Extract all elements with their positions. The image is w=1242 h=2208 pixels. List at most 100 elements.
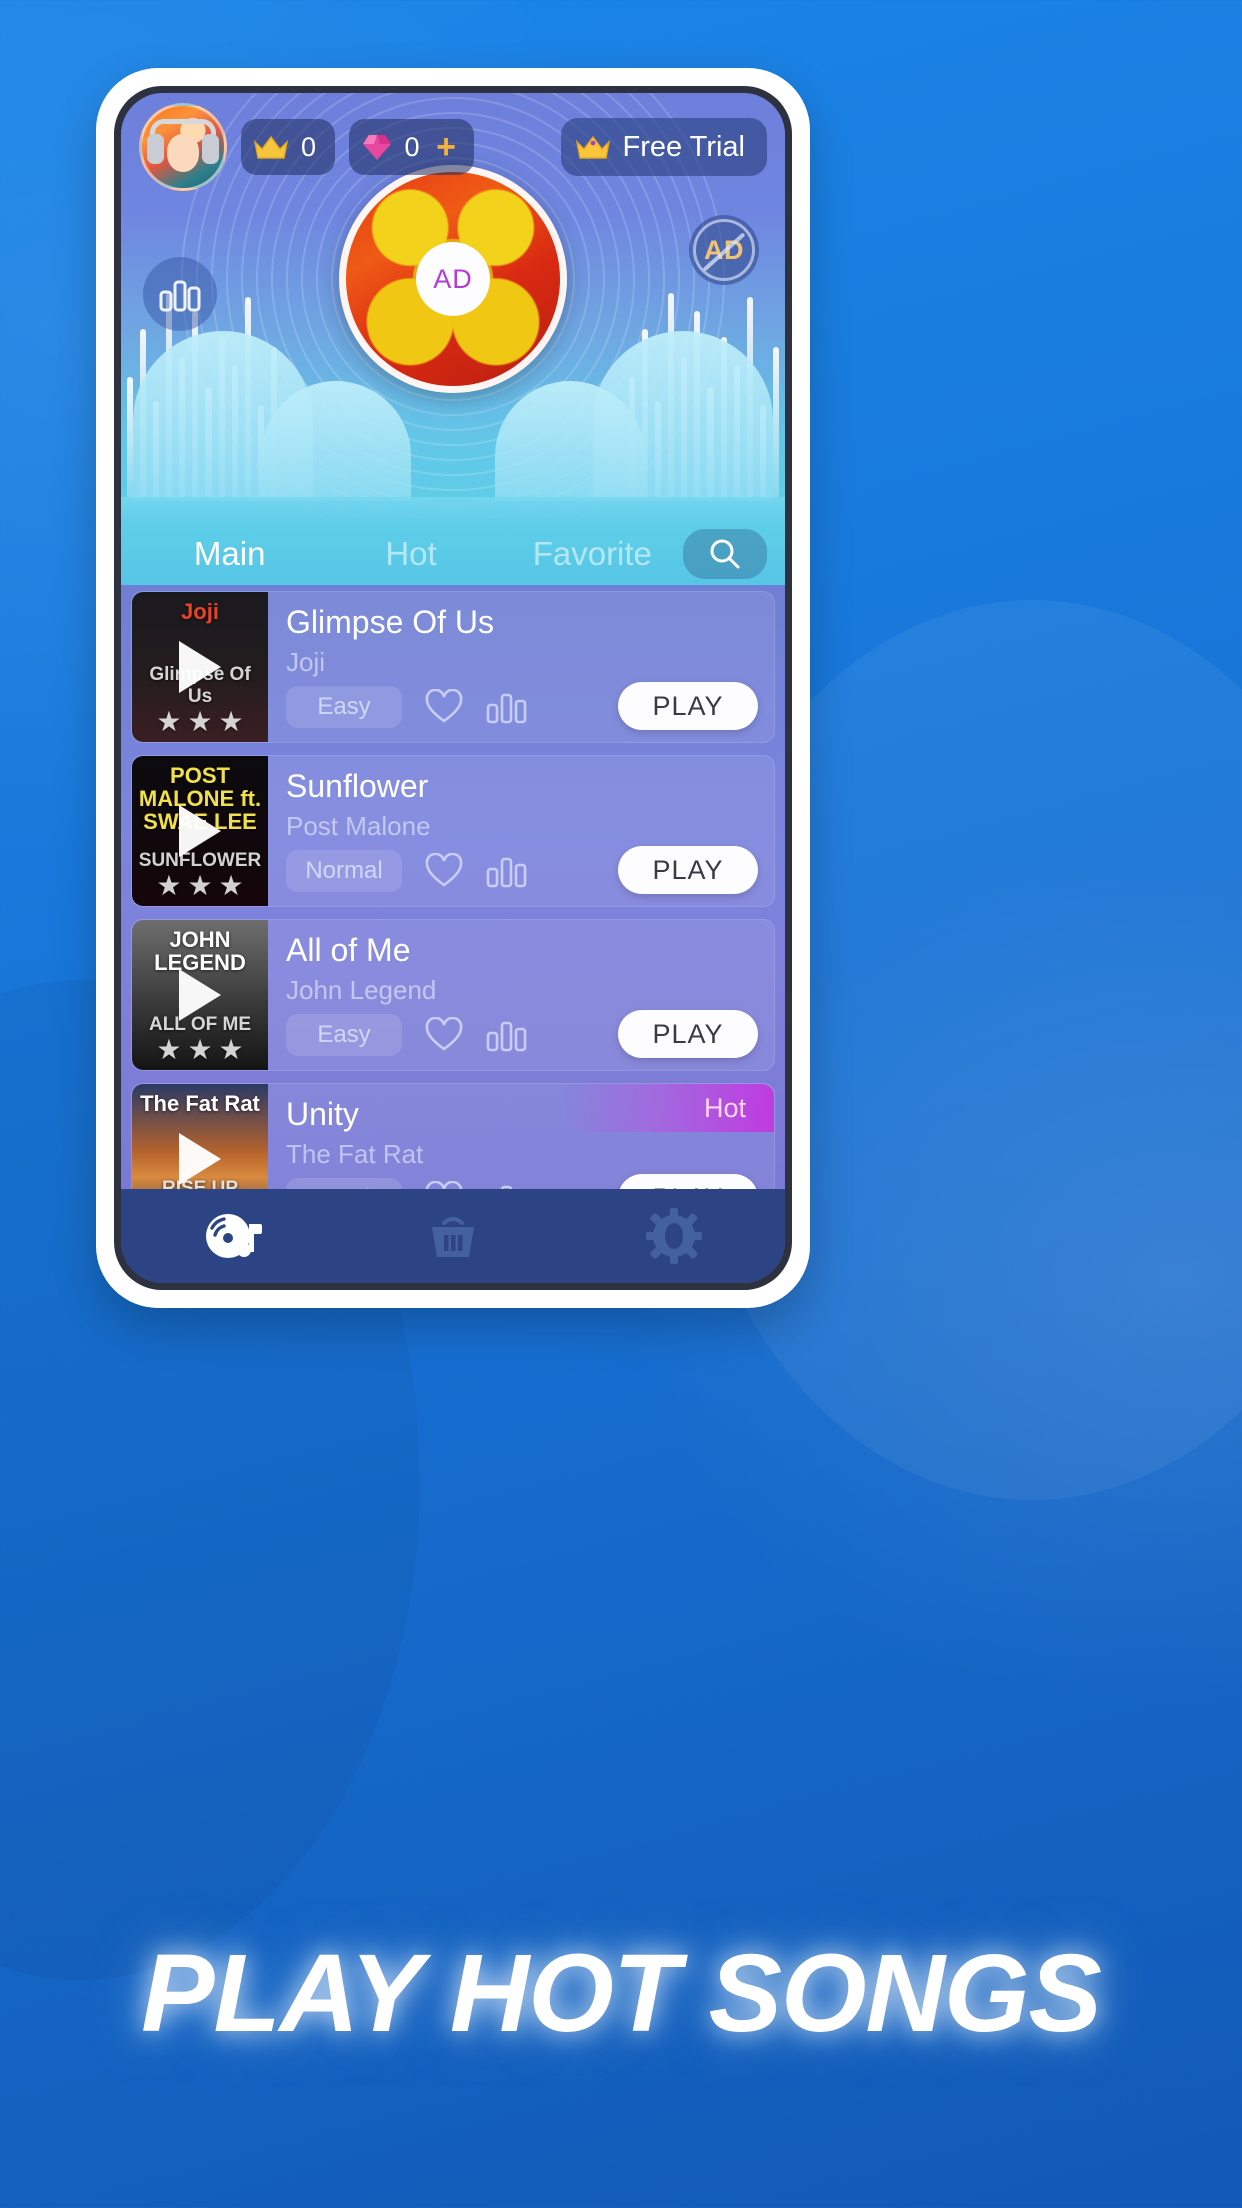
free-trial-label: Free Trial bbox=[622, 130, 745, 163]
search-button[interactable] bbox=[682, 529, 767, 579]
gear-icon bbox=[646, 1208, 703, 1264]
crown-icon bbox=[575, 135, 610, 159]
song-artist: John Legend bbox=[286, 974, 437, 1005]
hero-banner: AD 0 0 + Free Trial bbox=[121, 93, 785, 523]
song-artist: The Fat Rat bbox=[286, 1138, 424, 1169]
song-meta: Hard bbox=[286, 1178, 528, 1189]
nav-item-shop[interactable] bbox=[342, 1207, 563, 1265]
crown-stat[interactable]: 0 bbox=[241, 119, 335, 175]
album-cover-title: The Fat Rat bbox=[140, 1091, 260, 1116]
play-triangle-icon bbox=[179, 1133, 221, 1185]
crown-count: 0 bbox=[301, 131, 317, 162]
song-star-rating: ★ ★ ★ bbox=[132, 872, 268, 900]
album-cover-title: Joji bbox=[181, 599, 219, 624]
leaderboard-icon[interactable] bbox=[486, 853, 528, 889]
leaderboard-icon[interactable] bbox=[486, 1017, 528, 1053]
free-trial-button[interactable]: Free Trial bbox=[560, 118, 767, 176]
add-gems-button[interactable]: + bbox=[436, 130, 456, 164]
song-artist: Joji bbox=[286, 646, 326, 677]
song-info: Glimpse Of Us Joji Easy PLAY bbox=[268, 592, 774, 742]
top-bar: 0 0 + Free Trial bbox=[121, 93, 785, 201]
song-star-rating: ★ ★ ★ bbox=[132, 1036, 268, 1064]
song-row[interactable]: POST MALONE ft. SWAE LEE SUNFLOWER ★ ★ ★ Sunf… bbox=[131, 755, 775, 907]
song-title: Glimpse Of Us bbox=[286, 604, 495, 640]
player-avatar[interactable] bbox=[139, 103, 227, 191]
heart-icon[interactable] bbox=[424, 853, 464, 889]
tab-favorite[interactable]: Favorite bbox=[502, 535, 683, 573]
star-icon: ★ bbox=[187, 870, 213, 901]
song-star-rating: ★ ★ ★ bbox=[132, 708, 268, 736]
app-screen: AD 0 0 + Free Trial Main Hot Favorite Jo… bbox=[121, 93, 785, 1283]
play-button[interactable]: PLAY bbox=[618, 846, 758, 894]
album-cover[interactable]: POST MALONE ft. SWAE LEE SUNFLOWER ★ ★ ★ bbox=[132, 756, 268, 906]
play-triangle-icon bbox=[179, 969, 221, 1021]
play-triangle-icon bbox=[179, 805, 221, 857]
heart-icon[interactable] bbox=[424, 689, 464, 725]
no-ads-button[interactable]: AD bbox=[689, 215, 759, 285]
nav-item-music[interactable] bbox=[121, 1206, 342, 1266]
ad-disc-center: AD bbox=[416, 242, 490, 316]
ad-disc-label: AD bbox=[433, 263, 473, 294]
song-meta: Easy bbox=[286, 686, 528, 728]
rank-button[interactable] bbox=[143, 257, 217, 331]
avatar-face bbox=[166, 133, 200, 172]
album-cover-title: JOHN LEGEND bbox=[154, 927, 246, 976]
song-info: Sunflower Post Malone Normal PLAY bbox=[268, 756, 774, 906]
music-disc-icon bbox=[205, 1214, 262, 1258]
star-icon: ★ bbox=[156, 1034, 182, 1065]
promo-headline: PLAY HOT SONGS bbox=[141, 1932, 1102, 2055]
phone-bezel: AD 0 0 + Free Trial Main Hot Favorite Jo… bbox=[114, 86, 792, 1290]
difficulty-badge[interactable]: Easy bbox=[286, 1014, 402, 1056]
song-list[interactable]: Joji Glimpse Of Us ★ ★ ★ Glimpse Of Us Joji Eas… bbox=[121, 585, 785, 1189]
difficulty-badge[interactable]: Easy bbox=[286, 686, 402, 728]
diamond-icon bbox=[362, 135, 391, 160]
bottom-nav bbox=[121, 1189, 785, 1283]
search-icon bbox=[710, 539, 740, 569]
star-icon: ★ bbox=[218, 1034, 244, 1065]
star-icon: ★ bbox=[156, 706, 182, 737]
album-cover[interactable]: JOHN LEGEND ALL OF ME ★ ★ ★ bbox=[132, 920, 268, 1070]
song-title: Sunflower bbox=[286, 768, 429, 804]
star-icon: ★ bbox=[218, 706, 244, 737]
song-row[interactable]: JOHN LEGEND ALL OF ME ★ ★ ★ All of Me John Leg… bbox=[131, 919, 775, 1071]
leaderboard-icon[interactable] bbox=[486, 1181, 528, 1189]
song-info: HotUnityThe Fat RatHardPLAY bbox=[268, 1084, 774, 1189]
play-button[interactable]: PLAY bbox=[618, 1174, 758, 1189]
avatar-headphone-cup-left bbox=[146, 133, 164, 164]
equalizer-icon bbox=[159, 280, 201, 312]
album-cover[interactable]: The Fat RatRISE UP★★★ bbox=[132, 1084, 268, 1189]
play-button[interactable]: PLAY bbox=[618, 1010, 758, 1058]
star-icon: ★ bbox=[218, 870, 244, 901]
song-artist: Post Malone bbox=[286, 810, 431, 841]
play-button[interactable]: PLAY bbox=[618, 682, 758, 730]
shop-basket-icon bbox=[431, 1217, 474, 1257]
star-icon: ★ bbox=[187, 706, 213, 737]
song-row[interactable]: Joji Glimpse Of Us ★ ★ ★ Glimpse Of Us Joji Eas… bbox=[131, 591, 775, 743]
tab-hot[interactable]: Hot bbox=[320, 535, 501, 573]
star-icon: ★ bbox=[156, 870, 182, 901]
song-info: All of Me John Legend Easy PLAY bbox=[268, 920, 774, 1070]
difficulty-badge[interactable]: Hard bbox=[286, 1178, 402, 1189]
star-icon: ★ bbox=[187, 1034, 213, 1065]
hero-floor bbox=[121, 497, 785, 523]
crown-icon bbox=[253, 135, 289, 159]
song-meta: Easy bbox=[286, 1014, 528, 1056]
song-title: All of Me bbox=[286, 932, 411, 968]
heart-icon[interactable] bbox=[424, 1017, 464, 1053]
gem-count: 0 bbox=[404, 131, 421, 162]
tab-bar: Main Hot Favorite bbox=[121, 523, 785, 585]
avatar-headphone-band bbox=[150, 119, 216, 136]
song-meta: Normal bbox=[286, 850, 528, 892]
leaderboard-icon[interactable] bbox=[486, 689, 528, 725]
nav-item-settings[interactable] bbox=[564, 1207, 785, 1265]
song-row[interactable]: The Fat RatRISE UP★★★HotUnityThe Fat Rat… bbox=[131, 1083, 775, 1189]
difficulty-badge[interactable]: Normal bbox=[286, 850, 402, 892]
phone-mockup: AD 0 0 + Free Trial Main Hot Favorite Jo… bbox=[96, 68, 810, 1308]
avatar-headphone-cup-right bbox=[202, 133, 220, 164]
gem-stat[interactable]: 0 + bbox=[348, 119, 474, 175]
tab-main[interactable]: Main bbox=[139, 535, 320, 573]
album-cover[interactable]: Joji Glimpse Of Us ★ ★ ★ bbox=[132, 592, 268, 742]
heart-icon[interactable] bbox=[424, 1181, 464, 1189]
play-triangle-icon bbox=[179, 641, 221, 693]
hot-badge: Hot bbox=[564, 1084, 774, 1132]
